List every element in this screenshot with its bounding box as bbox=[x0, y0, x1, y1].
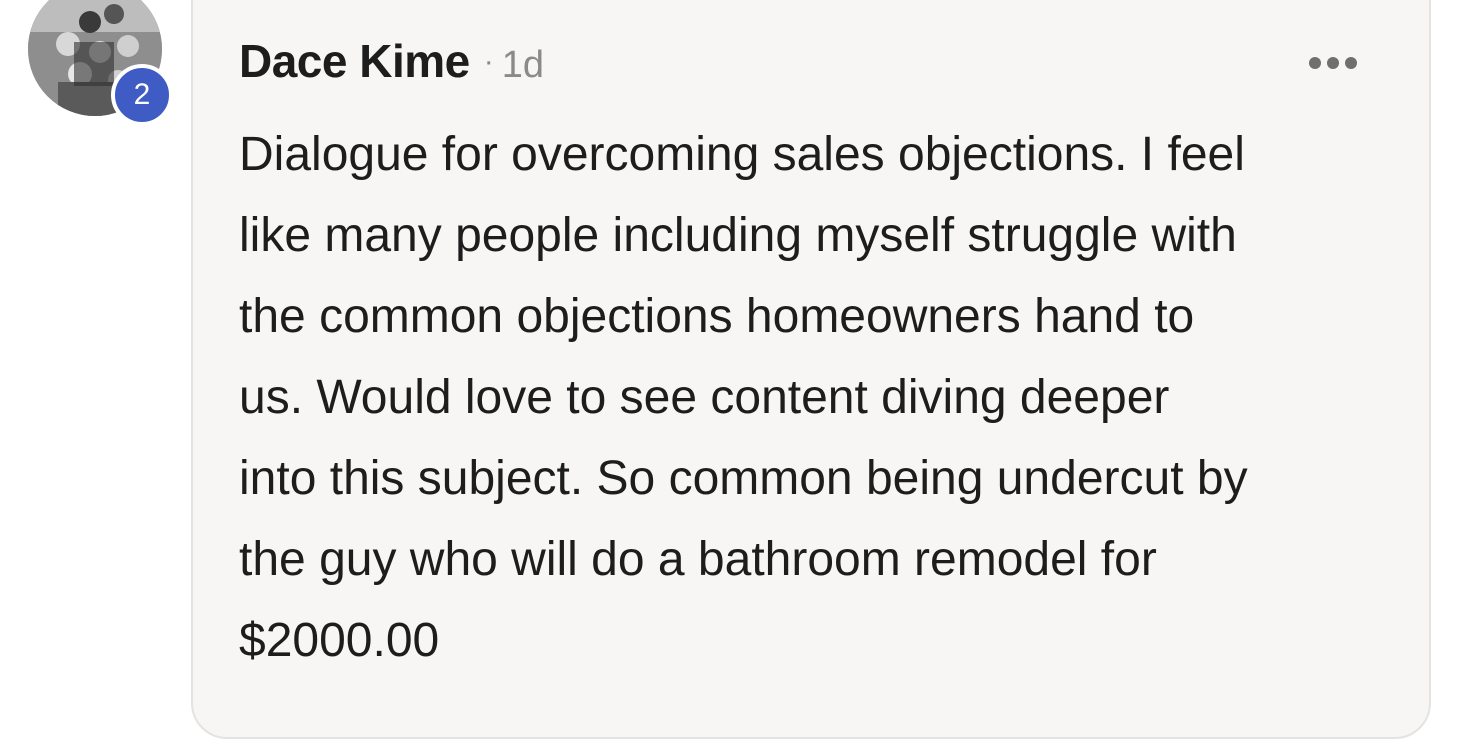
comment-body-line: $2000.00 bbox=[239, 614, 440, 667]
author-name[interactable]: Dace Kime bbox=[239, 34, 470, 88]
comment-bubble: Dace Kime · 1d Dialogue for overcoming s… bbox=[191, 0, 1431, 739]
comment-body-line: Dialogue for overcoming sales objections… bbox=[239, 128, 1245, 181]
more-horizontal-icon-dot bbox=[1327, 57, 1339, 69]
comment-header: Dace Kime · 1d bbox=[239, 34, 544, 88]
comment-row: 2 Dace Kime · 1d Dialogue for overcoming… bbox=[0, 0, 1460, 752]
comment-timestamp[interactable]: 1d bbox=[502, 44, 544, 87]
comment-body-line: into this subject. So common being under… bbox=[239, 452, 1248, 505]
more-horizontal-icon bbox=[1309, 57, 1321, 69]
comment-body-line: us. Would love to see content diving dee… bbox=[239, 371, 1170, 424]
avatar-container[interactable]: 2 bbox=[28, 0, 173, 126]
avatar-badge: 2 bbox=[111, 64, 173, 126]
comment-body: Dialogue for overcoming sales objections… bbox=[239, 114, 1409, 681]
more-horizontal-icon-dot bbox=[1345, 57, 1357, 69]
comment-body-line: like many people including myself strugg… bbox=[239, 209, 1237, 262]
comment-body-line: the guy who will do a bathroom remodel f… bbox=[239, 533, 1157, 586]
comment-body-line: the common objections homeowners hand to bbox=[239, 290, 1195, 343]
more-options-button[interactable] bbox=[1303, 50, 1363, 76]
meta-separator: · bbox=[483, 45, 494, 78]
